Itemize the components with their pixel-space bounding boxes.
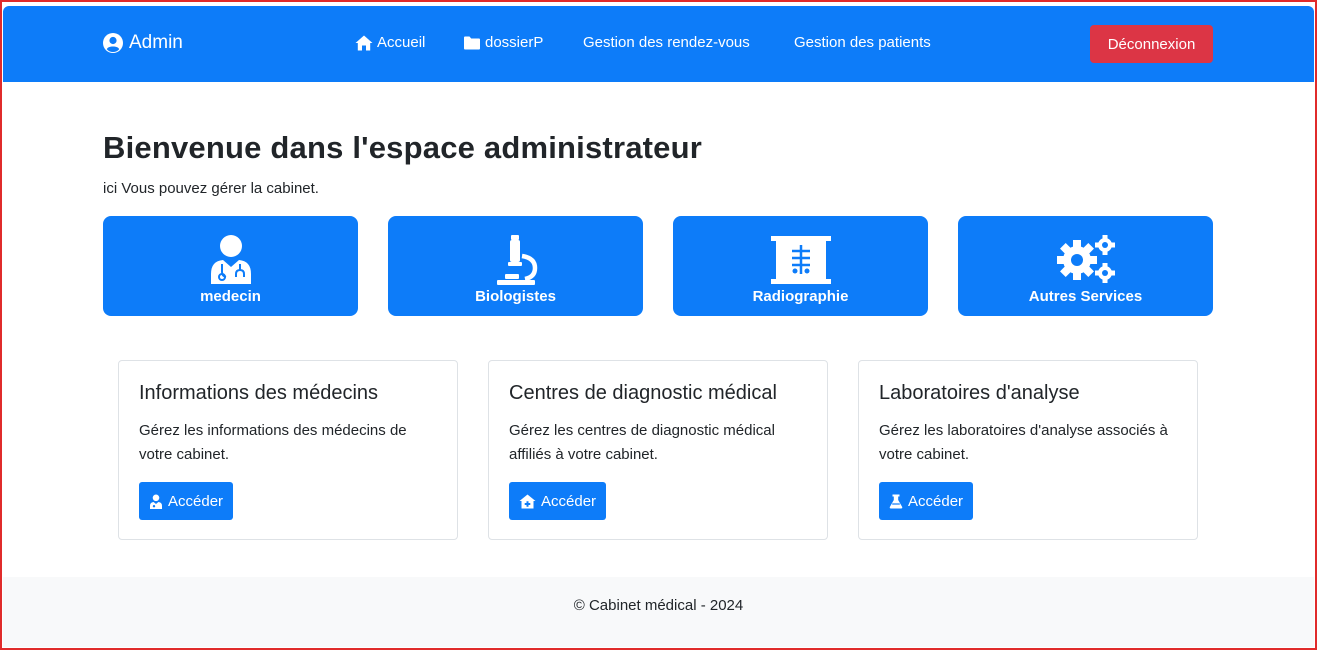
tile-label: Biologistes — [475, 288, 556, 305]
window-border — [0, 0, 1317, 650]
tile-radiographie[interactable]: Radiographie — [673, 216, 928, 316]
nav-label: Gestion des patients — [794, 34, 931, 51]
footer: © Cabinet médical - 2024 — [3, 577, 1314, 647]
card-title: Informations des médecins — [139, 382, 379, 404]
user-circle-icon — [103, 33, 123, 53]
tile-biologistes[interactable]: Biologistes — [388, 216, 643, 316]
acceder-laboratoires-button[interactable]: Accéder — [879, 482, 974, 520]
doctor-icon — [210, 235, 251, 284]
tile-medecin[interactable]: medecin — [103, 216, 358, 316]
card-title: Laboratoires d'analyse — [879, 382, 1080, 404]
tile-label: Radiographie — [752, 288, 849, 305]
nav-label: Gestion des rendez-vous — [583, 34, 750, 51]
tile-autres-services[interactable]: Autres Services — [958, 216, 1213, 316]
acceder-medecins-button[interactable]: Accéder — [139, 482, 234, 520]
acceder-centres-button[interactable]: Accéder — [509, 482, 607, 520]
flask-icon — [889, 494, 903, 508]
card-text: Gérez les informations des médecins de v… — [139, 422, 407, 463]
navbar: Admin Accueil dossierP Gestion des rende… — [3, 6, 1314, 82]
card-medecins: Informations des médecins Gérez les info… — [118, 360, 458, 540]
button-label: Accéder — [908, 492, 964, 510]
clinic-icon — [519, 494, 536, 508]
folder-icon — [464, 36, 480, 49]
button-label: Accéder — [541, 492, 597, 510]
tile-label: Autres Services — [1028, 288, 1143, 305]
gears-icon — [1056, 235, 1115, 283]
footer-copyright: © Cabinet médical - 2024 — [573, 597, 744, 614]
nav-label: Accueil — [377, 34, 426, 51]
card-title: Centres de diagnostic médical — [509, 382, 777, 404]
nav-label: dossierP — [485, 34, 544, 51]
nav-accueil[interactable]: Accueil — [355, 34, 425, 51]
nav-rendez-vous[interactable]: Gestion des rendez-vous — [583, 34, 750, 51]
card-centres-diagnostic: Centres de diagnostic médical Gérez les … — [488, 360, 828, 540]
home-icon — [355, 35, 373, 50]
nav-dossierp[interactable]: dossierP — [463, 34, 543, 51]
microscope-icon — [496, 235, 537, 285]
logout-button[interactable]: Déconnexion — [1090, 25, 1213, 63]
card-text: Gérez les laboratoires d'analyse associé… — [879, 422, 1168, 463]
card-laboratoires: Laboratoires d'analyse Gérez les laborat… — [858, 360, 1198, 540]
tile-label: medecin — [200, 288, 261, 305]
navbar-brand[interactable]: Admin — [103, 32, 183, 54]
card-text: Gérez les centres de diagnostic médical … — [509, 422, 775, 463]
page-subtitle: ici Vous pouvez gérer la cabinet. — [103, 180, 319, 197]
brand-label: Admin — [129, 32, 183, 53]
button-label: Accéder — [168, 492, 224, 510]
x-ray-icon — [770, 236, 831, 284]
page-title: Bienvenue dans l'espace administrateur — [103, 130, 703, 165]
user-doctor-icon — [150, 494, 162, 509]
nav-patients[interactable]: Gestion des patients — [794, 34, 931, 51]
